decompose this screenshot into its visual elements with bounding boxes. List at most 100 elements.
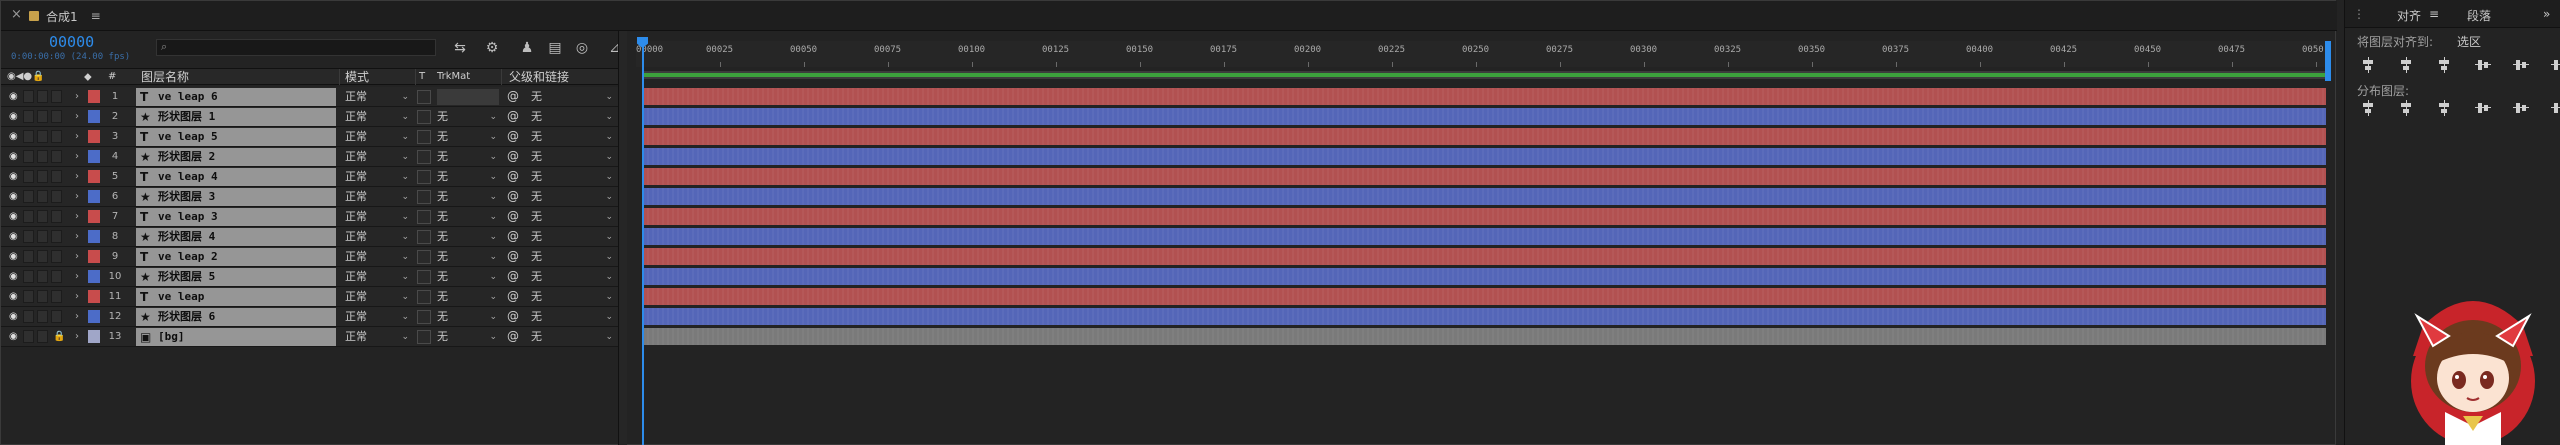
twirl-icon[interactable]: › bbox=[75, 127, 79, 146]
distribute-v-center-icon[interactable] bbox=[2399, 100, 2415, 116]
motion-blur-icon[interactable]: ◎ bbox=[571, 39, 593, 57]
label-color-swatch[interactable] bbox=[88, 330, 100, 343]
eye-icon[interactable]: ◉ bbox=[9, 287, 18, 306]
preserve-transparency-checkbox[interactable] bbox=[417, 230, 431, 244]
blend-mode-dropdown[interactable]: 正常 ⌄ bbox=[345, 169, 411, 185]
align-left-icon[interactable] bbox=[2361, 57, 2377, 73]
trkmat-dropdown[interactable]: 无 ⌄ bbox=[437, 209, 499, 225]
align-right-icon[interactable] bbox=[2437, 57, 2453, 73]
blend-mode-dropdown[interactable]: 正常 ⌄ bbox=[345, 129, 411, 145]
layer-name-field[interactable]: Tve leap bbox=[136, 288, 336, 306]
layer-row[interactable]: ◉ 🔒 › 13 ▣ [bg] 正常 ⌄ 无 ⌄ @ 无 ⌄ bbox=[1, 327, 627, 347]
lock-toggle[interactable] bbox=[51, 130, 62, 143]
lock-toggle[interactable] bbox=[51, 250, 62, 263]
preserve-transparency-checkbox[interactable] bbox=[417, 210, 431, 224]
audio-toggle[interactable] bbox=[23, 290, 34, 303]
layer-name-field[interactable]: ★ 形状图层 1 bbox=[136, 108, 336, 126]
layer-row[interactable]: ◉ › 12 ★ 形状图层 6 正常 ⌄ 无 ⌄ @ 无 ⌄ bbox=[1, 307, 627, 327]
preserve-transparency-checkbox[interactable] bbox=[417, 310, 431, 324]
eye-icon[interactable]: ◉ bbox=[9, 187, 18, 206]
preserve-transparency-checkbox[interactable] bbox=[417, 90, 431, 104]
preserve-transparency-checkbox[interactable] bbox=[417, 270, 431, 284]
twirl-icon[interactable]: › bbox=[75, 207, 79, 226]
parent-pickwhip-icon[interactable]: @ bbox=[507, 129, 519, 143]
preserve-transparency-checkbox[interactable] bbox=[417, 190, 431, 204]
layer-row[interactable]: ◉ › 5 Tve leap 4 正常 ⌄ 无 ⌄ @ 无 ⌄ bbox=[1, 167, 627, 187]
eye-icon[interactable]: ◉ bbox=[9, 127, 18, 146]
eye-icon[interactable]: ◉ bbox=[9, 147, 18, 166]
audio-toggle[interactable] bbox=[23, 110, 34, 123]
solo-toggle[interactable] bbox=[37, 170, 48, 183]
solo-toggle[interactable] bbox=[37, 110, 48, 123]
layer-search-input[interactable]: ⌕ bbox=[156, 39, 436, 56]
comp-tab[interactable]: 合成1 ≡ bbox=[29, 5, 101, 27]
parent-pickwhip-icon[interactable]: @ bbox=[507, 189, 519, 203]
blend-mode-dropdown[interactable]: 正常 ⌄ bbox=[345, 109, 411, 125]
layer-duration-bar[interactable] bbox=[642, 227, 2326, 245]
align-to-dropdown[interactable]: 选区 bbox=[2457, 33, 2481, 50]
solo-toggle[interactable] bbox=[37, 90, 48, 103]
label-color-swatch[interactable] bbox=[88, 190, 100, 203]
layer-duration-bar[interactable] bbox=[642, 107, 2326, 125]
blend-mode-dropdown[interactable]: 正常 ⌄ bbox=[345, 89, 411, 105]
twirl-icon[interactable]: › bbox=[75, 267, 79, 286]
parent-pickwhip-icon[interactable]: @ bbox=[507, 309, 519, 323]
trkmat-dropdown[interactable]: 无 ⌄ bbox=[437, 269, 499, 285]
blend-mode-dropdown[interactable]: 正常 ⌄ bbox=[345, 209, 411, 225]
parent-pickwhip-icon[interactable]: @ bbox=[507, 89, 519, 103]
trkmat-dropdown[interactable]: 无 ⌄ bbox=[437, 229, 499, 245]
comp-flowchart-icon[interactable]: ⇆ bbox=[449, 39, 471, 57]
draft-3d-icon[interactable]: ⚙ bbox=[481, 39, 503, 57]
audio-toggle[interactable] bbox=[23, 190, 34, 203]
preserve-transparency-checkbox[interactable] bbox=[417, 290, 431, 304]
trkmat-dropdown[interactable]: 无 ⌄ bbox=[437, 129, 499, 145]
shy-layers-icon[interactable]: ♟ bbox=[516, 39, 538, 57]
lock-toggle[interactable] bbox=[51, 190, 62, 203]
lock-toggle[interactable] bbox=[51, 90, 62, 103]
tab-paragraph[interactable]: 段落 bbox=[2467, 7, 2491, 24]
parent-dropdown[interactable]: 无 ⌄ bbox=[531, 289, 615, 305]
solo-toggle[interactable] bbox=[37, 210, 48, 223]
label-color-swatch[interactable] bbox=[88, 250, 100, 263]
solo-toggle[interactable] bbox=[37, 230, 48, 243]
layer-row[interactable]: ◉ › 1 Tve leap 6 正常 ⌄ @ 无 ⌄ bbox=[1, 87, 627, 107]
blend-mode-dropdown[interactable]: 正常 ⌄ bbox=[345, 289, 411, 305]
layer-name-field[interactable]: Tve leap 2 bbox=[136, 248, 336, 266]
twirl-icon[interactable]: › bbox=[75, 167, 79, 186]
parent-pickwhip-icon[interactable]: @ bbox=[507, 229, 519, 243]
blend-mode-dropdown[interactable]: 正常 ⌄ bbox=[345, 269, 411, 285]
eye-icon[interactable]: ◉ bbox=[9, 167, 18, 186]
align-bottom-icon[interactable] bbox=[2551, 57, 2560, 73]
layer-row[interactable]: ◉ › 11 Tve leap 正常 ⌄ 无 ⌄ @ 无 ⌄ bbox=[1, 287, 627, 307]
twirl-icon[interactable]: › bbox=[75, 227, 79, 246]
label-color-swatch[interactable] bbox=[88, 230, 100, 243]
label-color-swatch[interactable] bbox=[88, 210, 100, 223]
blend-mode-dropdown[interactable]: 正常 ⌄ bbox=[345, 309, 411, 325]
parent-pickwhip-icon[interactable]: @ bbox=[507, 209, 519, 223]
twirl-icon[interactable]: › bbox=[75, 147, 79, 166]
eye-icon[interactable]: ◉ bbox=[9, 227, 18, 246]
solo-toggle[interactable] bbox=[37, 190, 48, 203]
layer-duration-bar[interactable] bbox=[642, 127, 2326, 145]
current-time-indicator[interactable] bbox=[642, 37, 644, 445]
label-color-swatch[interactable] bbox=[88, 290, 100, 303]
eye-icon[interactable]: ◉ bbox=[9, 107, 18, 126]
parent-dropdown[interactable]: 无 ⌄ bbox=[531, 329, 615, 345]
layer-duration-bar[interactable] bbox=[642, 247, 2326, 265]
parent-dropdown[interactable]: 无 ⌄ bbox=[531, 109, 615, 125]
layer-row[interactable]: ◉ › 8 ★ 形状图层 4 正常 ⌄ 无 ⌄ @ 无 ⌄ bbox=[1, 227, 627, 247]
parent-dropdown[interactable]: 无 ⌄ bbox=[531, 169, 615, 185]
parent-header[interactable]: 父级和链接 bbox=[509, 69, 569, 85]
label-header-icon[interactable]: ⬥ bbox=[84, 69, 92, 85]
eye-icon[interactable]: ◉ bbox=[9, 247, 18, 266]
trkmat-dropdown[interactable]: 无 ⌄ bbox=[437, 169, 499, 185]
eye-icon[interactable]: ◉ bbox=[9, 307, 18, 326]
trkmat-dropdown[interactable]: 无 ⌄ bbox=[437, 329, 499, 345]
eye-icon[interactable]: ◉ bbox=[9, 327, 18, 346]
label-color-swatch[interactable] bbox=[88, 90, 100, 103]
label-color-swatch[interactable] bbox=[88, 270, 100, 283]
solo-toggle[interactable] bbox=[37, 290, 48, 303]
eye-icon[interactable]: ◉ bbox=[9, 207, 18, 226]
audio-toggle[interactable] bbox=[23, 310, 34, 323]
preserve-transparency-checkbox[interactable] bbox=[417, 110, 431, 124]
